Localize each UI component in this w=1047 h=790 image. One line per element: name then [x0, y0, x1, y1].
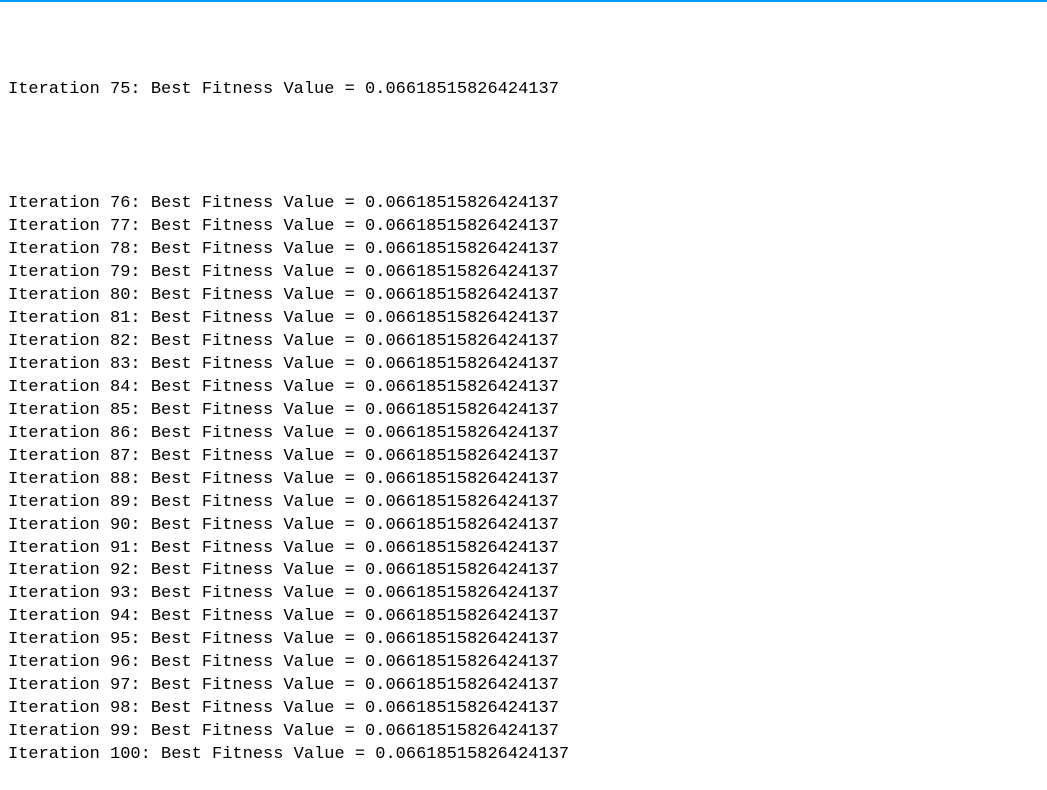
output-line: Iteration 94: Best Fitness Value = 0.066…: [8, 606, 1039, 629]
output-line: Iteration 91: Best Fitness Value = 0.066…: [8, 538, 1039, 561]
output-line: Iteration 89: Best Fitness Value = 0.066…: [8, 492, 1039, 515]
output-line: Iteration 82: Best Fitness Value = 0.066…: [8, 331, 1039, 354]
output-line: Iteration 88: Best Fitness Value = 0.066…: [8, 469, 1039, 492]
output-line: Iteration 87: Best Fitness Value = 0.066…: [8, 446, 1039, 469]
output-line: Iteration 96: Best Fitness Value = 0.066…: [8, 652, 1039, 675]
output-line: Iteration 98: Best Fitness Value = 0.066…: [8, 698, 1039, 721]
output-line: Iteration 81: Best Fitness Value = 0.066…: [8, 308, 1039, 331]
output-line: Iteration 79: Best Fitness Value = 0.066…: [8, 262, 1039, 285]
output-line-partial: Iteration 75: Best Fitness Value = 0.066…: [8, 33, 1039, 148]
output-line: Iteration 93: Best Fitness Value = 0.066…: [8, 583, 1039, 606]
output-line: Iteration 77: Best Fitness Value = 0.066…: [8, 216, 1039, 239]
output-line: Iteration 84: Best Fitness Value = 0.066…: [8, 377, 1039, 400]
output-line: Iteration 86: Best Fitness Value = 0.066…: [8, 423, 1039, 446]
output-line: Iteration 85: Best Fitness Value = 0.066…: [8, 400, 1039, 423]
output-line: Iteration 78: Best Fitness Value = 0.066…: [8, 239, 1039, 262]
output-line: Iteration 97: Best Fitness Value = 0.066…: [8, 675, 1039, 698]
output-line: Iteration 76: Best Fitness Value = 0.066…: [8, 193, 1039, 216]
console-output: Iteration 75: Best Fitness Value = 0.066…: [0, 2, 1047, 790]
output-line: Iteration 95: Best Fitness Value = 0.066…: [8, 629, 1039, 652]
output-line: Iteration 100: Best Fitness Value = 0.06…: [8, 744, 1039, 767]
output-line: Iteration 80: Best Fitness Value = 0.066…: [8, 285, 1039, 308]
output-line: Iteration 92: Best Fitness Value = 0.066…: [8, 560, 1039, 583]
output-line: Iteration 75: Best Fitness Value = 0.066…: [8, 79, 1039, 102]
output-line: Iteration 99: Best Fitness Value = 0.066…: [8, 721, 1039, 744]
output-line: Iteration 90: Best Fitness Value = 0.066…: [8, 515, 1039, 538]
output-line: Iteration 83: Best Fitness Value = 0.066…: [8, 354, 1039, 377]
